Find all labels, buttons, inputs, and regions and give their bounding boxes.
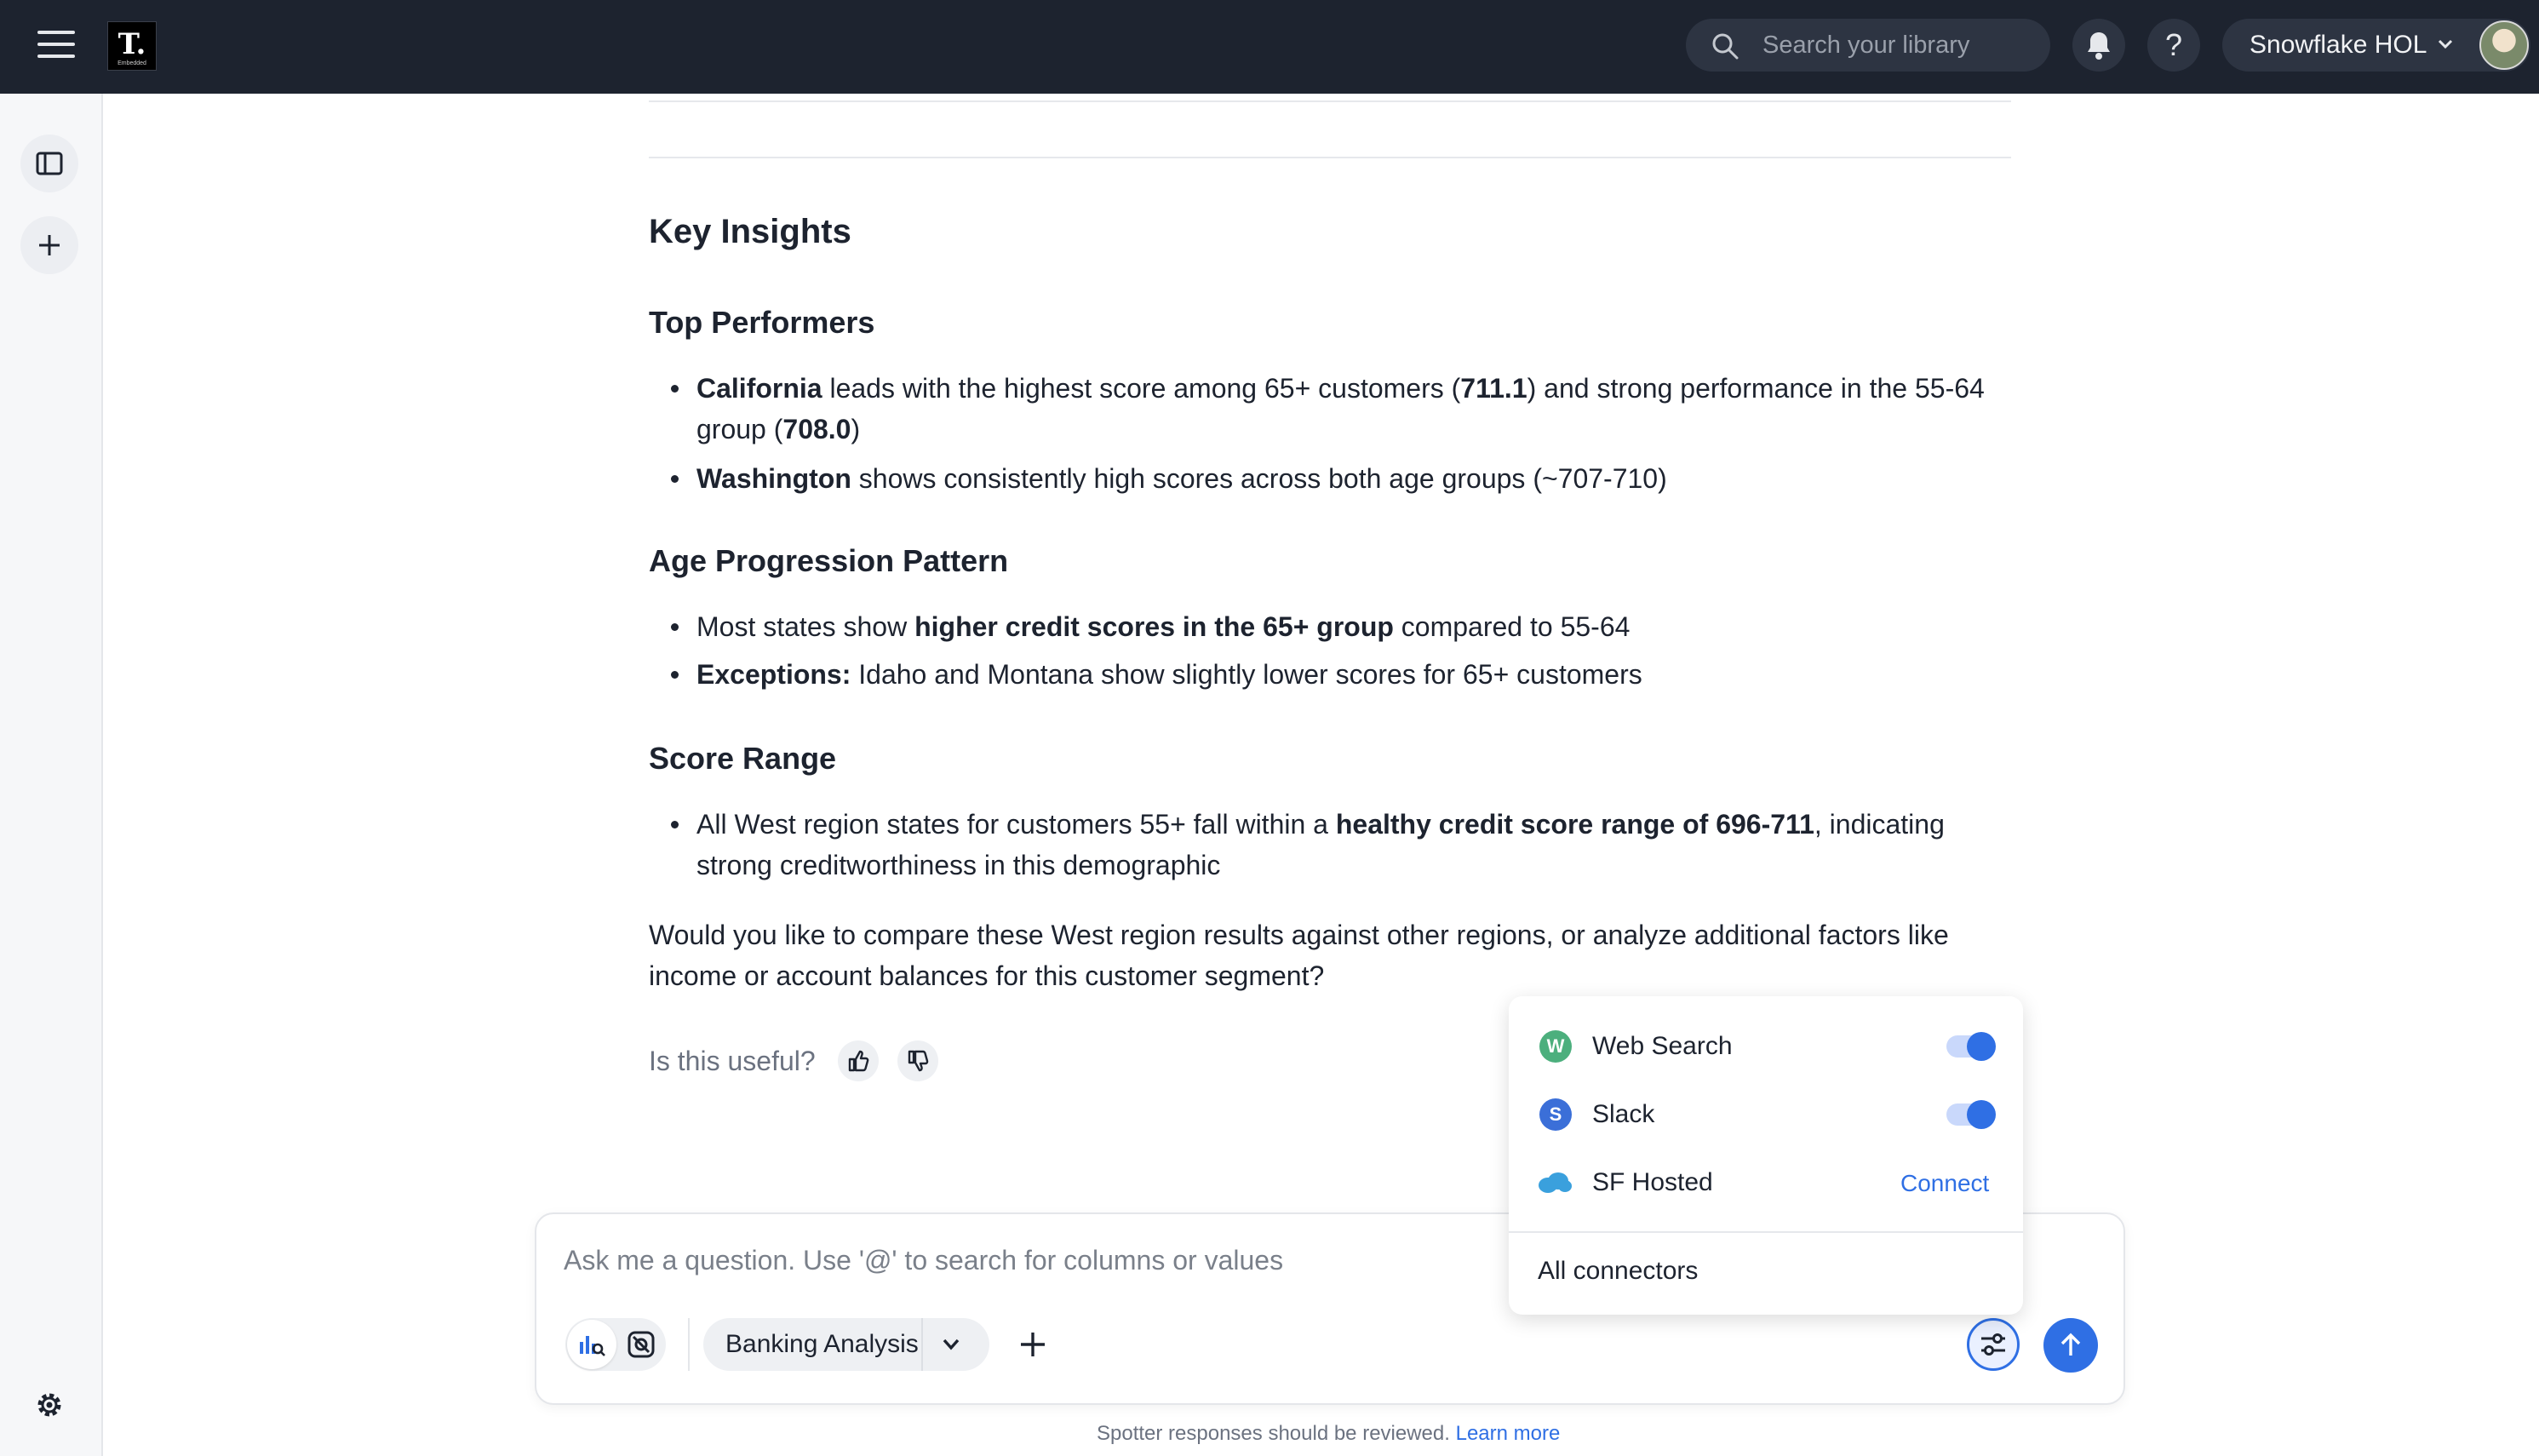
divider	[921, 1318, 923, 1371]
salesforce-cloud-icon	[1539, 1172, 1572, 1193]
question-input[interactable]	[564, 1245, 1500, 1286]
gear-icon	[37, 1393, 61, 1417]
divider	[1509, 1231, 2023, 1233]
footer-notice: Spotter responses should be reviewed. Le…	[1097, 1422, 1560, 1446]
thumbs-up-icon	[848, 1050, 869, 1072]
divider	[649, 157, 2011, 158]
thumbs-down-icon	[908, 1050, 929, 1072]
arrow-up-icon	[2060, 1333, 2081, 1356]
thumbs-up-button[interactable]	[838, 1040, 879, 1081]
settings-button[interactable]	[20, 1376, 78, 1434]
sidebar-panel-icon	[36, 152, 63, 175]
search-input[interactable]	[1762, 27, 2035, 63]
toggle-sidebar-button[interactable]	[20, 135, 78, 192]
bell-icon	[2088, 32, 2110, 60]
mode-switcher	[565, 1318, 666, 1371]
connectors-button[interactable]	[1967, 1318, 2020, 1371]
thumbs-down-button[interactable]	[897, 1040, 938, 1081]
org-switcher[interactable]: Snowflake HOL	[2222, 19, 2530, 72]
connectors-popover: W Web Search S Slack SF Hosted Connect A…	[1509, 996, 2023, 1315]
section-heading: Score Range	[649, 741, 837, 776]
closing-question: Would you like to compare these West reg…	[649, 920, 1949, 991]
section-heading: Age Progression Pattern	[649, 543, 1009, 578]
connector-label: SF Hosted	[1592, 1168, 1713, 1196]
web-search-toggle[interactable]	[1946, 1032, 1996, 1061]
list-item: Exceptions: Idaho and Montana show sligh…	[671, 654, 1991, 695]
help-button[interactable]: ?	[2147, 19, 2200, 72]
left-rail	[0, 94, 103, 1456]
connector-sf-hosted: SF Hosted Connect	[1509, 1148, 2023, 1216]
agent-icon	[628, 1331, 655, 1358]
new-chat-button[interactable]	[20, 216, 78, 274]
chevron-down-icon[interactable]	[940, 1333, 962, 1356]
chart-search-icon	[580, 1336, 605, 1356]
help-icon: ?	[2164, 27, 2183, 62]
library-search[interactable]	[1686, 19, 2050, 72]
feedback-prompt: Is this useful?	[649, 1046, 816, 1076]
learn-more-link[interactable]: Learn more	[1456, 1422, 1561, 1445]
hamburger-menu-icon[interactable]	[37, 31, 75, 61]
list-item: Washington shows consistently high score…	[671, 458, 1991, 499]
logo-letter: T.	[117, 27, 146, 61]
app-logo[interactable]: T. Embedded	[107, 21, 157, 71]
connector-label: Slack	[1592, 1100, 1655, 1128]
datasource-selector[interactable]: Banking Analysis	[703, 1318, 989, 1371]
search-icon	[1712, 33, 1739, 60]
divider	[688, 1318, 690, 1371]
connector-slack: S Slack	[1509, 1080, 2023, 1148]
datasource-label: Banking Analysis	[725, 1330, 919, 1358]
all-connectors-link[interactable]: All connectors	[1538, 1257, 1698, 1286]
connector-label: Web Search	[1592, 1032, 1733, 1060]
review-notice: Spotter responses should be reviewed.	[1097, 1422, 1450, 1445]
user-avatar[interactable]	[2479, 20, 2529, 70]
web-search-icon: W	[1539, 1030, 1572, 1063]
analysis-mode-button[interactable]	[567, 1320, 616, 1369]
logo-subtitle: Embedded	[117, 60, 146, 66]
org-name: Snowflake HOL	[2250, 31, 2427, 59]
slack-icon: S	[1539, 1098, 1572, 1131]
list-item: Most states show higher credit scores in…	[671, 606, 1991, 647]
notifications-button[interactable]	[2072, 19, 2125, 72]
list-item: All West region states for customers 55+…	[671, 804, 1991, 886]
send-button[interactable]	[2043, 1318, 2098, 1373]
connect-link[interactable]: Connect	[1900, 1170, 1989, 1197]
agent-mode-button[interactable]	[616, 1320, 666, 1369]
connector-web-search: W Web Search	[1509, 1012, 2023, 1080]
divider	[649, 100, 2011, 102]
add-datasource-button[interactable]	[1013, 1325, 1052, 1364]
slack-toggle[interactable]	[1946, 1100, 1996, 1129]
chevron-down-icon	[2438, 39, 2453, 49]
list-item: California leads with the highest score …	[671, 368, 1991, 450]
plus-icon	[1021, 1333, 1045, 1356]
top-nav-bar: T. Embedded ? Snowflake HOL	[0, 0, 2539, 94]
section-heading: Top Performers	[649, 305, 875, 340]
sliders-icon	[1981, 1333, 2005, 1356]
key-insights-heading: Key Insights	[649, 213, 851, 250]
plus-icon	[39, 235, 60, 255]
